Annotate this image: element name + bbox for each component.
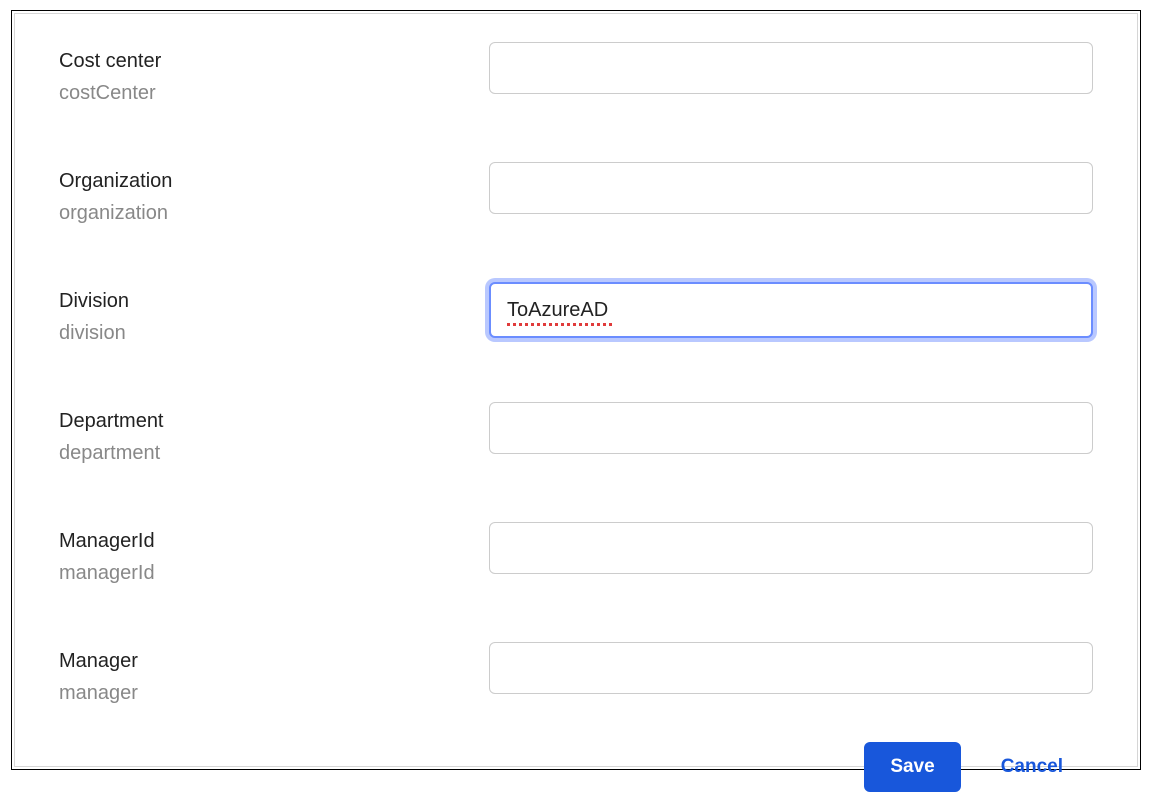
field-label: Manager <box>59 648 489 674</box>
field-row-manager-id: ManagerId managerId <box>59 522 1093 586</box>
field-label: Cost center <box>59 48 489 74</box>
cost-center-input[interactable] <box>489 42 1093 94</box>
field-name: division <box>59 320 489 346</box>
label-group: Division division <box>59 282 489 346</box>
label-group: Cost center costCenter <box>59 42 489 106</box>
save-button[interactable]: Save <box>864 742 960 792</box>
input-wrap <box>489 282 1093 338</box>
division-input[interactable] <box>489 282 1093 338</box>
label-group: Organization organization <box>59 162 489 226</box>
field-row-division: Division division <box>59 282 1093 346</box>
label-group: ManagerId managerId <box>59 522 489 586</box>
field-name: costCenter <box>59 80 489 106</box>
input-wrap <box>489 522 1093 574</box>
label-group: Department department <box>59 402 489 466</box>
field-name: organization <box>59 200 489 226</box>
cancel-button[interactable]: Cancel <box>991 742 1073 792</box>
field-label: Organization <box>59 168 489 194</box>
action-buttons: Save Cancel <box>59 742 1093 802</box>
form-panel: Cost center costCenter Organization orga… <box>14 13 1138 767</box>
field-label: Department <box>59 408 489 434</box>
field-row-department: Department department <box>59 402 1093 466</box>
window-frame: Cost center costCenter Organization orga… <box>11 10 1141 770</box>
organization-input[interactable] <box>489 162 1093 214</box>
input-wrap <box>489 402 1093 454</box>
field-row-organization: Organization organization <box>59 162 1093 226</box>
field-row-manager: Manager manager <box>59 642 1093 706</box>
field-row-cost-center: Cost center costCenter <box>59 42 1093 106</box>
manager-input[interactable] <box>489 642 1093 694</box>
input-wrap <box>489 642 1093 694</box>
field-name: managerId <box>59 560 489 586</box>
field-name: manager <box>59 680 489 706</box>
field-label: Division <box>59 288 489 314</box>
field-label: ManagerId <box>59 528 489 554</box>
form-fields: Cost center costCenter Organization orga… <box>59 42 1093 742</box>
input-wrap <box>489 42 1093 94</box>
department-input[interactable] <box>489 402 1093 454</box>
label-group: Manager manager <box>59 642 489 706</box>
field-name: department <box>59 440 489 466</box>
manager-id-input[interactable] <box>489 522 1093 574</box>
input-wrap <box>489 162 1093 214</box>
